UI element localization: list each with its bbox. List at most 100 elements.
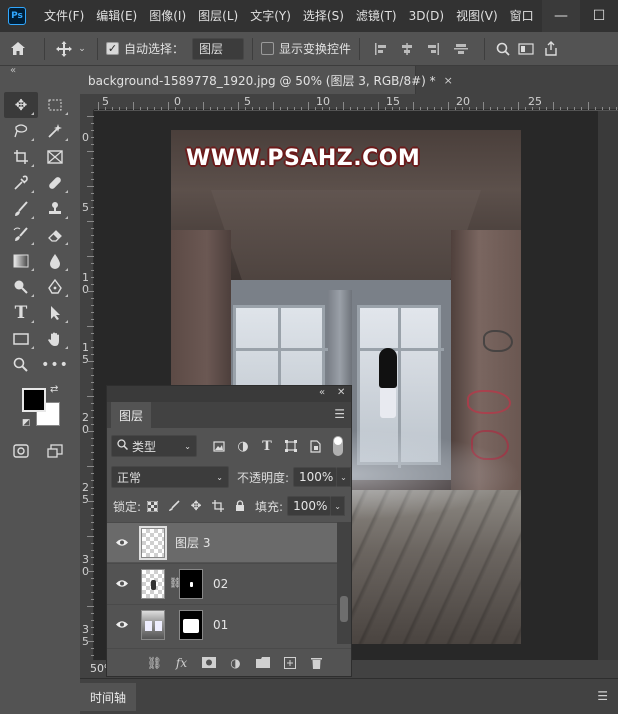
panel-menu-icon[interactable]: ☰ <box>334 407 345 421</box>
foreground-color-swatch[interactable] <box>22 388 46 412</box>
layer-thumbnail[interactable] <box>139 525 167 560</box>
layer-row[interactable]: ⛓ 02 <box>107 563 337 603</box>
layer-row[interactable]: 01 <box>107 604 337 644</box>
collapse-panel-icon[interactable]: « <box>319 387 325 398</box>
layer-thumbnail[interactable] <box>141 609 165 640</box>
layer-row[interactable]: 图层 3 <box>107 522 337 562</box>
blur-tool-icon[interactable] <box>38 248 72 274</box>
workspace-icon[interactable] <box>513 42 539 56</box>
filter-toggle[interactable] <box>333 436 343 456</box>
menu-type[interactable]: 文字(Y) <box>244 0 297 32</box>
layer-mask-thumbnail[interactable] <box>179 609 203 640</box>
more-tools-icon[interactable]: ••• <box>38 352 72 378</box>
add-mask-icon[interactable] <box>195 657 222 668</box>
healing-brush-icon[interactable] <box>38 170 72 196</box>
share-icon[interactable] <box>539 41 563 56</box>
tab-layers[interactable]: 图层 <box>111 402 152 428</box>
screen-mode-icon[interactable] <box>38 438 72 464</box>
rectangle-tool-icon[interactable] <box>4 326 38 352</box>
dodge-tool-icon[interactable] <box>4 274 38 300</box>
history-brush-icon[interactable] <box>4 222 38 248</box>
document-tab[interactable]: background-1589778_1920.jpg @ 50% (图层 3,… <box>80 66 453 94</box>
horizontal-ruler[interactable]: 5 0 5 10 15 20 25 <box>94 94 618 110</box>
filter-type-icon[interactable]: T <box>255 439 279 454</box>
gradient-tool-icon[interactable] <box>4 248 38 274</box>
marquee-tool-icon[interactable] <box>38 92 72 118</box>
canvas-vertical-scrollbar[interactable] <box>598 111 618 660</box>
fill-dropdown[interactable]: ⌄ <box>331 496 346 516</box>
quick-mask-icon[interactable] <box>4 438 38 464</box>
move-tool-icon[interactable] <box>53 40 75 57</box>
menu-layer[interactable]: 图层(L) <box>192 0 244 32</box>
align-right-icon[interactable] <box>420 42 446 56</box>
menu-file[interactable]: 文件(F) <box>38 0 90 32</box>
visibility-eye-icon[interactable] <box>107 538 137 547</box>
layer-name[interactable]: 02 <box>213 577 228 591</box>
align-top-icon[interactable] <box>446 42 476 56</box>
link-layers-icon[interactable]: ⛓ <box>141 656 168 670</box>
align-left-icon[interactable] <box>368 42 394 56</box>
lock-all-icon[interactable] <box>229 500 251 512</box>
lock-image-pixels-icon[interactable] <box>163 500 185 512</box>
lock-position-icon[interactable]: ✥ <box>185 499 207 514</box>
new-group-icon[interactable] <box>249 657 276 668</box>
frame-tool-icon[interactable] <box>38 144 72 170</box>
align-center-icon[interactable] <box>394 42 420 56</box>
vertical-ruler[interactable]: 0 5 1 0 1 5 2 0 2 5 3 0 3 5 <box>80 110 94 660</box>
swap-colors-icon[interactable]: ⇄ <box>50 384 58 395</box>
brush-tool-icon[interactable] <box>4 196 38 222</box>
path-selection-icon[interactable] <box>38 300 72 326</box>
filter-adjustment-icon[interactable]: ◑ <box>231 439 255 454</box>
close-panel-icon[interactable]: ✕ <box>337 387 345 398</box>
show-transform-checkbox[interactable] <box>261 42 275 55</box>
minimize-button[interactable]: — <box>542 0 580 32</box>
menu-image[interactable]: 图像(I) <box>143 0 192 32</box>
pen-tool-icon[interactable] <box>38 274 72 300</box>
delete-layer-icon[interactable] <box>303 657 330 669</box>
new-adjustment-layer-icon[interactable]: ◑ <box>222 656 249 670</box>
collapse-toolbar-icon[interactable]: « <box>10 65 16 76</box>
layer-name[interactable]: 01 <box>213 618 228 632</box>
clone-stamp-icon[interactable] <box>38 196 72 222</box>
hand-tool-icon[interactable] <box>38 326 72 352</box>
lock-artboard-icon[interactable] <box>207 500 229 512</box>
visibility-eye-icon[interactable] <box>107 579 137 588</box>
layer-name[interactable]: 图层 3 <box>175 534 210 551</box>
menu-3d[interactable]: 3D(D) <box>403 0 450 32</box>
close-document-icon[interactable]: × <box>444 74 453 87</box>
zoom-tool-icon[interactable] <box>4 352 38 378</box>
layers-scrollbar-thumb[interactable] <box>340 596 348 622</box>
new-layer-icon[interactable] <box>276 656 303 669</box>
home-icon[interactable] <box>0 41 36 56</box>
menu-view[interactable]: 视图(V) <box>450 0 504 32</box>
fill-input[interactable]: 100% <box>287 496 332 516</box>
link-chain-icon[interactable]: ⛓ <box>169 578 182 589</box>
layer-thumbnail[interactable] <box>141 568 165 599</box>
visibility-eye-icon[interactable] <box>107 620 137 629</box>
default-colors-icon[interactable]: ◩ <box>22 418 31 428</box>
filter-pixel-icon[interactable] <box>207 440 231 452</box>
tab-timeline[interactable]: 时间轴 <box>80 683 136 711</box>
chevron-down-icon[interactable]: ⌄ <box>75 44 89 54</box>
eyedropper-tool-icon[interactable] <box>4 170 38 196</box>
crop-tool-icon[interactable] <box>4 144 38 170</box>
layers-scrollbar[interactable] <box>337 522 351 644</box>
filter-smart-object-icon[interactable] <box>303 439 327 453</box>
layer-filter-dropdown[interactable]: 类型 ⌄ <box>111 435 197 457</box>
menu-filter[interactable]: 滤镜(T) <box>350 0 403 32</box>
lock-transparent-pixels-icon[interactable] <box>141 500 163 512</box>
magic-wand-icon[interactable] <box>38 118 72 144</box>
menu-select[interactable]: 选择(S) <box>297 0 350 32</box>
type-tool-icon[interactable]: T <box>4 300 38 326</box>
blend-mode-dropdown[interactable]: 正常 ⌄ <box>111 466 229 488</box>
menu-edit[interactable]: 编辑(E) <box>90 0 143 32</box>
opacity-input[interactable]: 100% <box>293 467 337 487</box>
filter-shape-icon[interactable] <box>279 440 303 452</box>
lasso-tool-icon[interactable] <box>4 118 38 144</box>
auto-select-target-dropdown[interactable]: 图层 <box>192 37 245 60</box>
panel-menu-icon[interactable]: ☰ <box>597 689 608 703</box>
layer-mask-thumbnail[interactable] <box>179 568 203 599</box>
maximize-button[interactable]: ☐ <box>580 0 618 32</box>
layers-panel-titlebar[interactable]: « ✕ <box>107 386 351 402</box>
auto-select-checkbox[interactable]: ✓ <box>106 42 119 55</box>
